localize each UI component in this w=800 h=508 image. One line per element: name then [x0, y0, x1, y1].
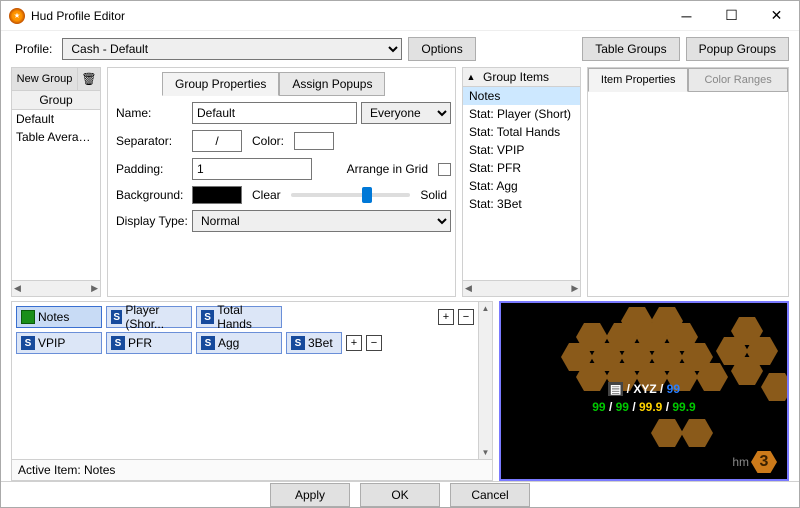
tab-item-properties[interactable]: Item Properties	[588, 68, 688, 92]
notes-icon	[21, 310, 35, 324]
separator-label: Separator:	[112, 132, 192, 150]
list-item[interactable]: Stat: Total Hands	[463, 123, 580, 141]
apply-button[interactable]: Apply	[270, 483, 350, 507]
stat-icon: S	[111, 310, 122, 324]
list-item[interactable]: Stat: Player (Short)	[463, 105, 580, 123]
profile-select[interactable]: Cash - Default	[62, 38, 402, 60]
arrange-grid-label: Arrange in Grid	[343, 160, 432, 178]
groups-header: Group	[12, 91, 100, 110]
chip-notes[interactable]: Notes	[16, 306, 102, 328]
chip-player[interactable]: SPlayer (Shor...	[106, 306, 192, 328]
separator-input[interactable]	[192, 130, 242, 152]
list-item[interactable]: Stat: 3Bet	[463, 195, 580, 213]
tab-assign-popups[interactable]: Assign Popups	[279, 72, 385, 96]
delete-group-icon[interactable]: 🗑	[78, 68, 100, 90]
layout-panel: Notes SPlayer (Shor... STotal Hands + − …	[11, 301, 493, 481]
groups-list[interactable]: Default Table Averages	[12, 110, 100, 280]
stat-icon: S	[21, 336, 35, 350]
list-item[interactable]: Stat: VPIP	[463, 141, 580, 159]
row-add-button[interactable]: +	[346, 335, 362, 351]
sort-icon[interactable]: ▲	[463, 72, 479, 82]
arrange-grid-checkbox[interactable]	[438, 163, 451, 176]
visibility-select[interactable]: Everyone	[361, 102, 451, 124]
chip-vpip[interactable]: SVPIP	[16, 332, 102, 354]
tab-group-properties[interactable]: Group Properties	[162, 72, 279, 96]
layout-vscroll[interactable]: ▲▼	[478, 302, 492, 459]
chip-pfr[interactable]: SPFR	[106, 332, 192, 354]
row-add-button[interactable]: +	[438, 309, 454, 325]
chip-3bet[interactable]: S3Bet	[286, 332, 342, 354]
name-label: Name:	[112, 104, 192, 122]
hud-preview: ▤ / XYZ / 99 99 / 99 / 99.9 / 99.9 hm3	[499, 301, 789, 481]
preview-line2: 99 / 99 / 99.9 / 99.9	[501, 399, 787, 414]
stat-icon: S	[291, 336, 305, 350]
properties-panel: Group Properties Assign Popups Name: Eve…	[107, 67, 456, 297]
item-properties-panel: Item Properties Color Ranges	[587, 67, 789, 297]
groups-hscroll[interactable]: ◀▶	[12, 280, 100, 296]
groups-panel: New Group 🗑 Group Default Table Averages…	[11, 67, 101, 297]
stat-icon: S	[111, 336, 125, 350]
close-button[interactable]: ✕	[754, 1, 799, 31]
chips-area[interactable]: Notes SPlayer (Shor... STotal Hands + − …	[12, 302, 478, 459]
items-hscroll[interactable]: ◀▶	[463, 280, 580, 296]
row-remove-button[interactable]: −	[366, 335, 382, 351]
dialog-footer: Apply OK Cancel	[1, 481, 799, 507]
table-groups-button[interactable]: Table Groups	[582, 37, 679, 61]
stat-icon: S	[201, 310, 214, 324]
display-type-label: Display Type:	[112, 212, 192, 230]
color-label: Color:	[248, 132, 288, 150]
padding-label: Padding:	[112, 160, 192, 178]
active-item-status: Active Item: Notes	[12, 459, 492, 480]
profile-label: Profile:	[11, 40, 56, 58]
row-remove-button[interactable]: −	[458, 309, 474, 325]
tab-color-ranges[interactable]: Color Ranges	[688, 68, 788, 92]
separator-color-picker[interactable]	[294, 132, 334, 150]
group-items-header: Group Items	[479, 68, 580, 86]
ok-button[interactable]: OK	[360, 483, 440, 507]
stat-icon: S	[201, 336, 215, 350]
group-items-panel: ▲ Group Items Notes Stat: Player (Short)…	[462, 67, 581, 297]
item-properties-body	[588, 92, 788, 296]
opacity-slider[interactable]	[291, 193, 411, 197]
app-icon	[9, 8, 25, 24]
opacity-solid-label: Solid	[416, 186, 451, 204]
display-type-select[interactable]: Normal	[192, 210, 451, 232]
minimize-button[interactable]: ─	[664, 1, 709, 31]
titlebar: Hud Profile Editor ─ ☐ ✕	[1, 1, 799, 31]
notes-preview-icon: ▤	[608, 382, 623, 396]
opacity-clear-label: Clear	[248, 186, 285, 204]
list-item[interactable]: Default	[12, 110, 100, 128]
new-group-button[interactable]: New Group	[12, 68, 78, 90]
hm3-logo: hm3	[732, 451, 777, 473]
list-item[interactable]: Stat: PFR	[463, 159, 580, 177]
preview-line1: ▤ / XYZ / 99	[501, 381, 787, 396]
options-button[interactable]: Options	[408, 37, 475, 61]
chip-total-hands[interactable]: STotal Hands	[196, 306, 282, 328]
group-items-list[interactable]: Notes Stat: Player (Short) Stat: Total H…	[463, 87, 580, 280]
background-color-picker[interactable]	[192, 186, 242, 204]
list-item[interactable]: Notes	[463, 87, 580, 105]
maximize-button[interactable]: ☐	[709, 1, 754, 31]
window-title: Hud Profile Editor	[31, 9, 664, 23]
list-item[interactable]: Stat: Agg	[463, 177, 580, 195]
background-label: Background:	[112, 186, 192, 204]
list-item[interactable]: Table Averages	[12, 128, 100, 146]
padding-input[interactable]	[192, 158, 312, 180]
chip-agg[interactable]: SAgg	[196, 332, 282, 354]
name-input[interactable]	[192, 102, 357, 124]
popup-groups-button[interactable]: Popup Groups	[686, 37, 789, 61]
cancel-button[interactable]: Cancel	[450, 483, 530, 507]
